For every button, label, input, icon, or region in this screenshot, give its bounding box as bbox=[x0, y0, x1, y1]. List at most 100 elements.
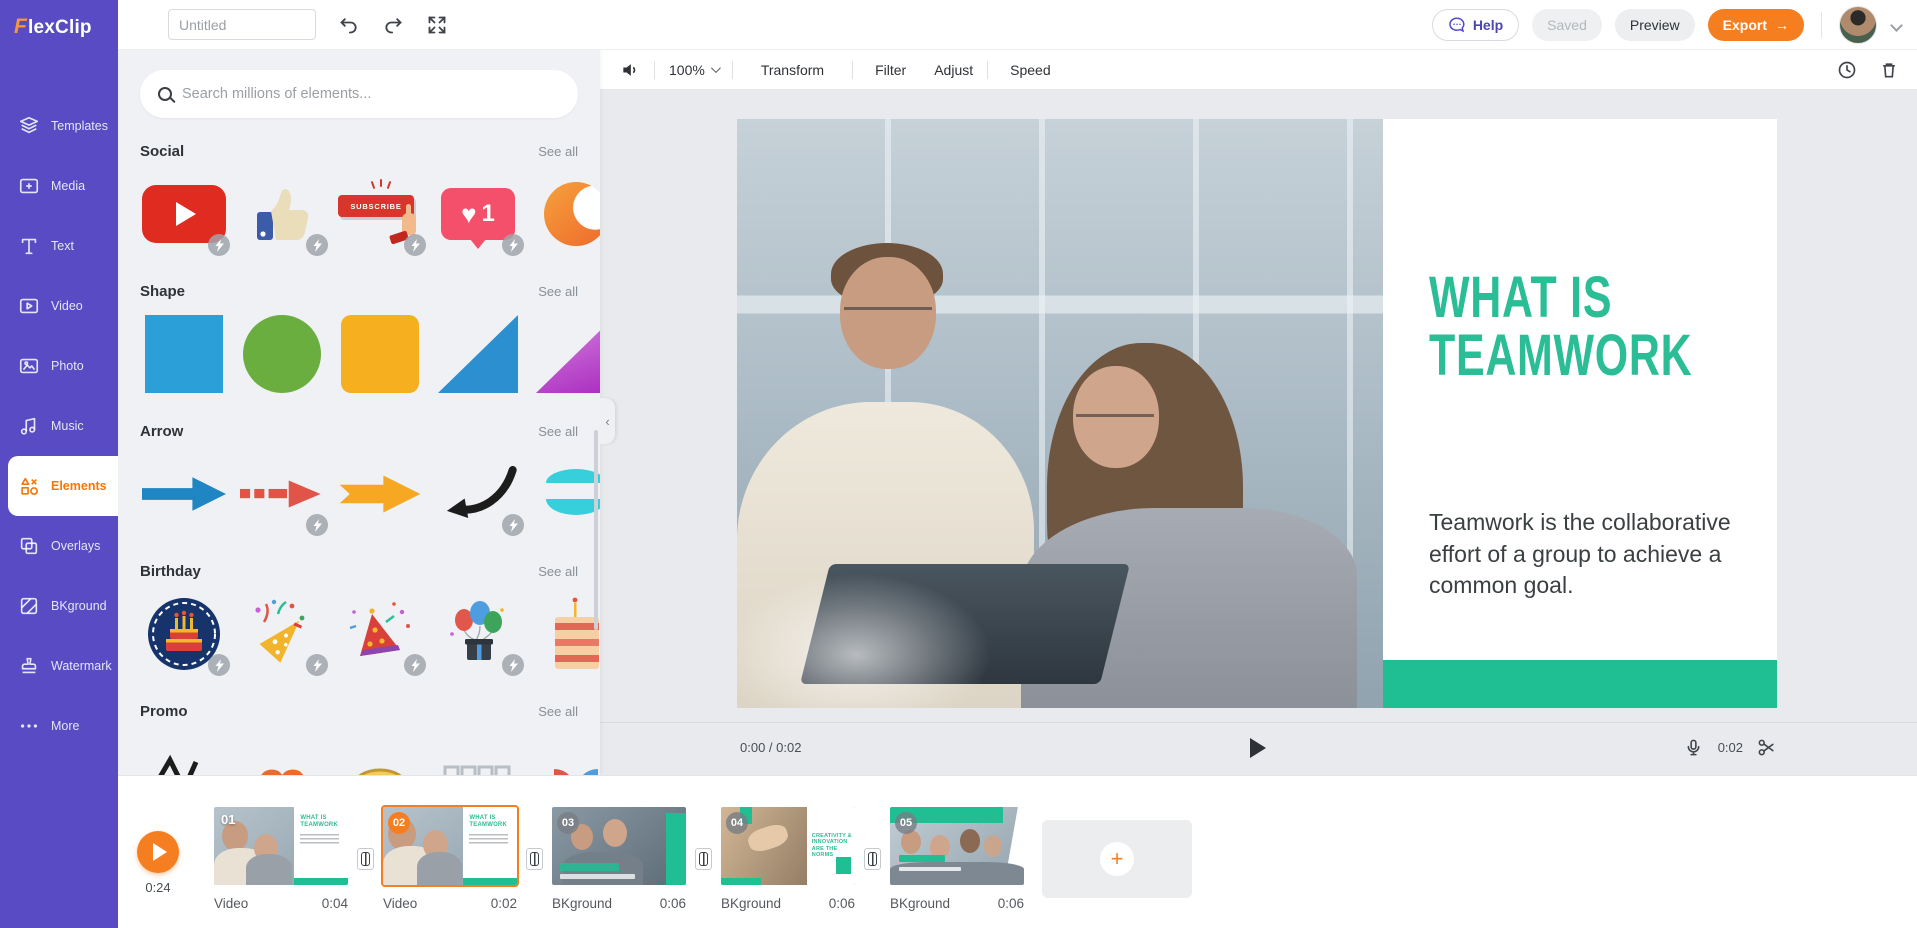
sidebar-item-bkground[interactable]: BKground bbox=[0, 576, 118, 636]
preview-heading[interactable]: WHAT IS TEAMWORK bbox=[1429, 269, 1673, 385]
element-blue-square[interactable] bbox=[140, 314, 228, 394]
transition-button[interactable] bbox=[526, 848, 543, 870]
transition-button[interactable] bbox=[357, 848, 374, 870]
timeline-clip-05[interactable]: 05 BKground 0:06 bbox=[890, 807, 1024, 911]
element-party-hat[interactable] bbox=[336, 594, 424, 674]
mute-speaker-icon[interactable] bbox=[600, 60, 654, 80]
element-promo-partial-2[interactable] bbox=[238, 734, 326, 775]
search-bar[interactable] bbox=[140, 70, 578, 118]
avatar[interactable] bbox=[1839, 6, 1877, 44]
logo-f: F bbox=[14, 15, 27, 39]
history-clock-icon[interactable] bbox=[1837, 60, 1857, 80]
timeline-clip-04[interactable]: CREATIVITY & INNOVATION ARE THE NORMS 04… bbox=[721, 807, 855, 911]
timeline-clip-01[interactable]: WHAT IS TEAMWORK 01 Video 0:04 bbox=[214, 807, 348, 911]
element-promo-partial-5[interactable] bbox=[532, 734, 600, 775]
project-title-input[interactable] bbox=[168, 9, 316, 40]
section-promo: Promo See all bbox=[140, 703, 578, 775]
clip-type: BKground bbox=[552, 896, 612, 911]
element-green-circle[interactable] bbox=[238, 314, 326, 394]
preview-video-footage bbox=[737, 119, 1383, 708]
clip-overlay-heading bbox=[899, 855, 945, 862]
clip-number: 05 bbox=[895, 812, 917, 834]
scissors-trim-icon[interactable] bbox=[1757, 738, 1777, 758]
element-birthday-cake-partial[interactable] bbox=[532, 594, 600, 674]
see-all-link[interactable]: See all bbox=[538, 144, 578, 159]
playback-position: 0:00 / 0:02 bbox=[740, 740, 801, 755]
fullscreen-icon[interactable] bbox=[426, 14, 448, 36]
photo-icon bbox=[18, 355, 40, 377]
element-red-dashed-arrow[interactable] bbox=[238, 454, 326, 534]
timeline-clip-03[interactable]: 03 BKground 0:06 bbox=[552, 807, 686, 911]
element-yellow-arrow[interactable] bbox=[336, 454, 424, 534]
element-subscribe-button[interactable]: SUBSCRIBE bbox=[336, 174, 424, 254]
sidebar-item-video[interactable]: Video bbox=[0, 276, 118, 336]
element-orange-shape-partial[interactable] bbox=[532, 174, 600, 254]
element-cyan-shape-partial[interactable] bbox=[532, 454, 600, 534]
preview-button[interactable]: Preview bbox=[1615, 9, 1695, 41]
sidebar-item-more[interactable]: More bbox=[0, 696, 118, 756]
element-black-curved-arrow[interactable] bbox=[434, 454, 522, 534]
divider bbox=[1821, 12, 1822, 38]
element-promo-partial-1[interactable] bbox=[140, 734, 228, 775]
section-social: Social See all SUBSCRIBE bbox=[140, 143, 578, 254]
panel-scrollbar[interactable] bbox=[594, 430, 598, 630]
sidebar-item-text[interactable]: Text bbox=[0, 216, 118, 276]
element-promo-partial-4[interactable] bbox=[434, 734, 522, 775]
sidebar-item-elements[interactable]: Elements bbox=[8, 456, 118, 516]
see-all-link[interactable]: See all bbox=[538, 704, 578, 719]
element-balloons-gift[interactable] bbox=[434, 594, 522, 674]
sidebar-item-music[interactable]: Music bbox=[0, 396, 118, 456]
bkground-icon bbox=[18, 595, 40, 617]
timeline-clip-02-selected[interactable]: WHAT IS TEAMWORK 02 Video 0:02 bbox=[383, 807, 517, 911]
sidebar-item-watermark[interactable]: Watermark bbox=[0, 636, 118, 696]
export-button[interactable]: Export → bbox=[1708, 9, 1804, 41]
animated-badge-icon bbox=[502, 514, 524, 536]
sidebar-item-overlays[interactable]: Overlays bbox=[0, 516, 118, 576]
element-like-thumb[interactable] bbox=[238, 174, 326, 254]
undo-icon[interactable] bbox=[338, 14, 360, 36]
sidebar-item-photo[interactable]: Photo bbox=[0, 336, 118, 396]
account-chevron-down-icon[interactable] bbox=[1890, 19, 1903, 32]
video-preview-canvas[interactable]: WHAT IS TEAMWORK Teamwork is the collabo… bbox=[737, 119, 1777, 708]
filter-button[interactable]: Filter bbox=[853, 62, 920, 78]
clip-number: 01 bbox=[221, 812, 235, 827]
panel-collapse-handle[interactable]: ‹ bbox=[600, 398, 615, 444]
speed-button[interactable]: Speed bbox=[988, 62, 1064, 78]
microphone-icon[interactable] bbox=[1684, 738, 1704, 758]
search-input[interactable] bbox=[182, 86, 560, 102]
section-shape: Shape See all bbox=[140, 283, 578, 394]
transition-button[interactable] bbox=[695, 848, 712, 870]
element-party-popper[interactable] bbox=[238, 594, 326, 674]
element-blue-arrow[interactable] bbox=[140, 454, 228, 534]
adjust-button[interactable]: Adjust bbox=[920, 62, 987, 78]
trash-icon[interactable] bbox=[1879, 60, 1899, 80]
redo-icon[interactable] bbox=[382, 14, 404, 36]
element-youtube-play[interactable] bbox=[140, 174, 228, 254]
zoom-level-dropdown[interactable]: 100% bbox=[655, 62, 732, 78]
section-title: Birthday bbox=[140, 563, 201, 580]
element-heart-like[interactable]: ♥ 1 bbox=[434, 174, 522, 254]
preview-body-text[interactable]: Teamwork is the collaborative effort of … bbox=[1429, 507, 1765, 602]
animated-badge-icon bbox=[208, 234, 230, 256]
canvas-toolbar: 100% Transform Filter Adjust Speed bbox=[600, 50, 1917, 90]
watermark-icon bbox=[18, 655, 40, 677]
element-magenta-triangle-partial[interactable] bbox=[532, 314, 600, 394]
element-birthday-cake-badge[interactable] bbox=[140, 594, 228, 674]
flexclip-logo[interactable]: FlexClip bbox=[0, 0, 118, 39]
sidebar-item-templates[interactable]: Templates bbox=[0, 96, 118, 156]
element-blue-right-triangle[interactable] bbox=[434, 314, 522, 394]
section-title: Shape bbox=[140, 283, 185, 300]
element-promo-partial-3[interactable] bbox=[336, 734, 424, 775]
see-all-link[interactable]: See all bbox=[538, 564, 578, 579]
clip-duration: 0:06 bbox=[998, 896, 1024, 911]
transform-button[interactable]: Transform bbox=[733, 62, 852, 78]
see-all-link[interactable]: See all bbox=[538, 424, 578, 439]
sidebar-item-media[interactable]: Media bbox=[0, 156, 118, 216]
see-all-link[interactable]: See all bbox=[538, 284, 578, 299]
transition-button[interactable] bbox=[864, 848, 881, 870]
timeline-play-button[interactable] bbox=[137, 831, 179, 873]
play-button[interactable] bbox=[1250, 738, 1266, 758]
element-yellow-rounded-square[interactable] bbox=[336, 314, 424, 394]
help-button[interactable]: Help bbox=[1432, 9, 1519, 41]
add-scene-button[interactable]: + bbox=[1042, 820, 1192, 898]
